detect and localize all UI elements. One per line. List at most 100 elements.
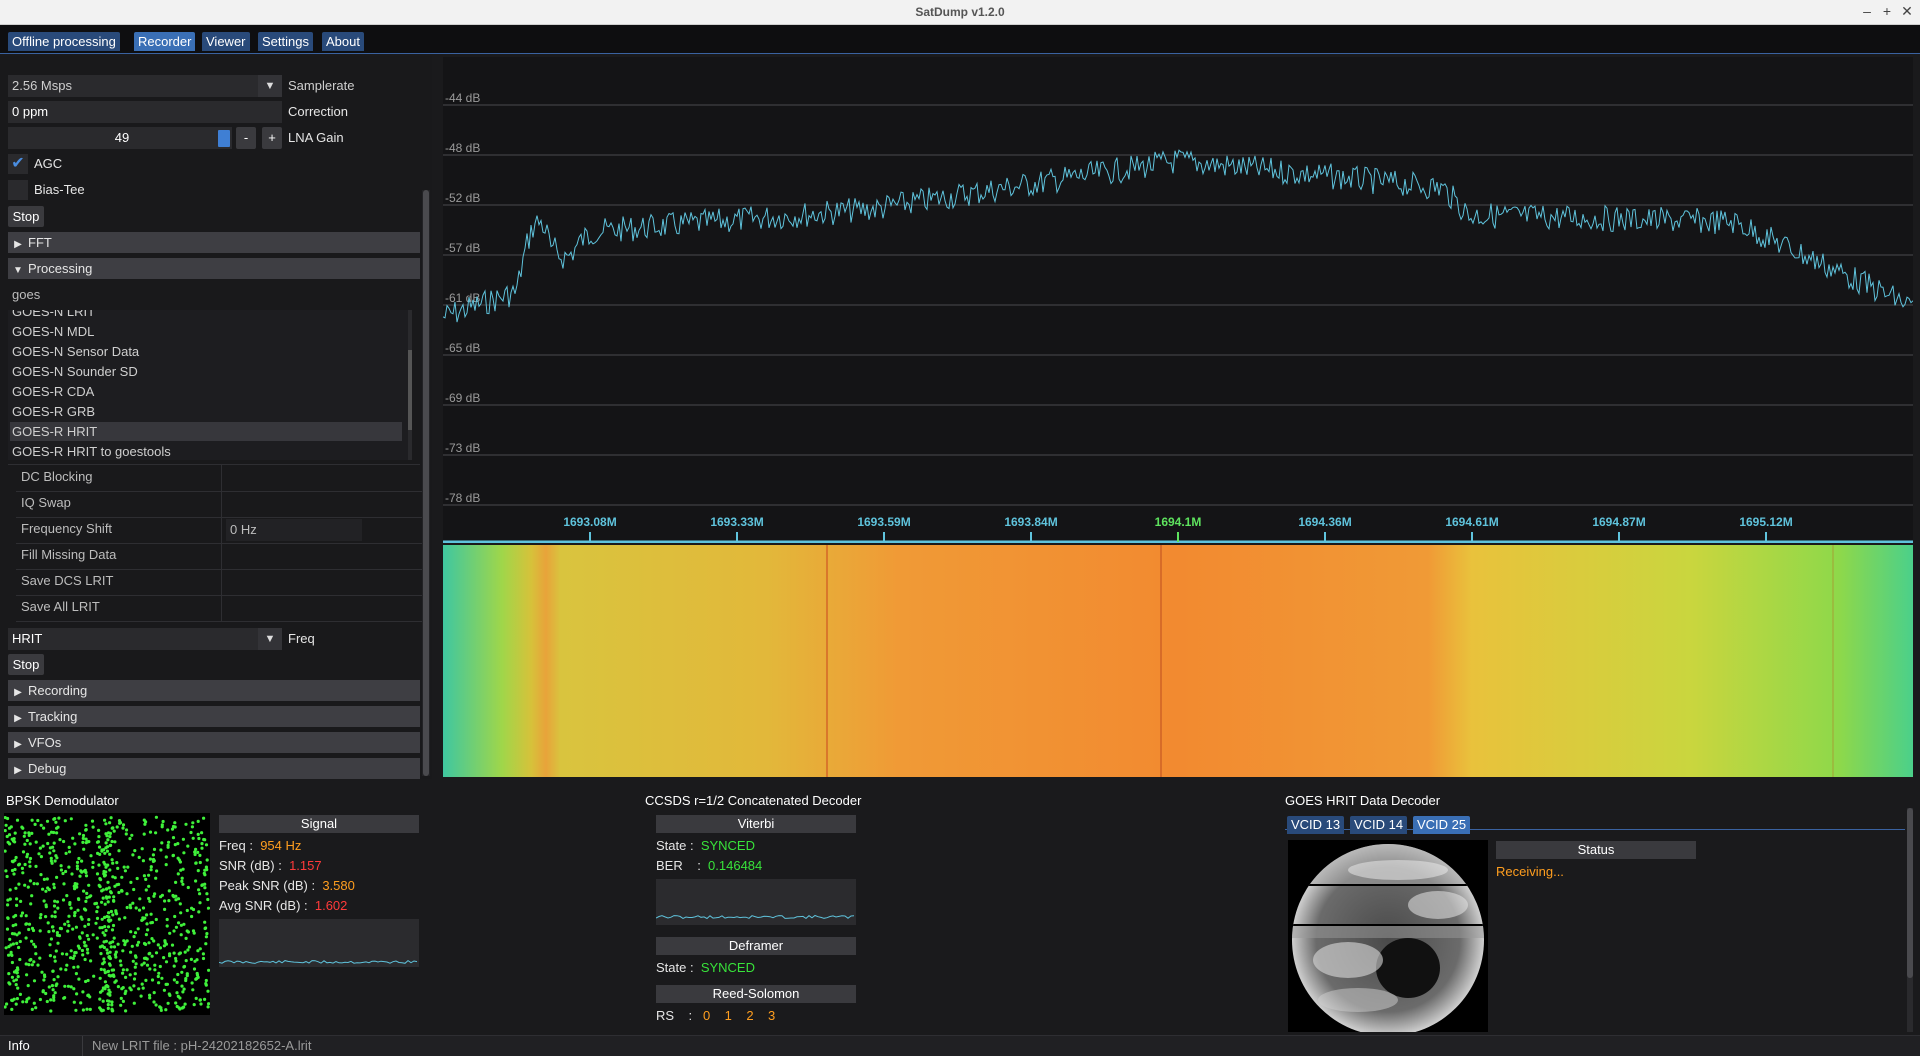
tab-recorder[interactable]: Recorder [134,32,196,51]
close-icon[interactable]: ✕ [1898,3,1916,20]
bias-tee-checkbox[interactable] [8,180,28,200]
constellation-point [142,874,146,878]
constellation-point [132,984,136,988]
list-item[interactable]: GOES-R HRIT to goestools [12,442,402,460]
tab-viewer[interactable]: Viewer [202,32,250,51]
constellation-point [111,875,115,879]
tab-vcid-14[interactable]: VCID 14 [1350,816,1408,834]
processing-section-header[interactable]: ▼ Processing [8,258,420,279]
tab-offline-processing[interactable]: Offline processing [8,32,120,51]
constellation-point [53,859,57,863]
constellation-point [175,980,179,984]
constellation-point [204,942,208,946]
constellation-point [130,833,134,837]
tracking-section-header[interactable]: ▶ Tracking [8,706,420,727]
constellation-point [135,943,139,947]
constellation-point [86,951,90,955]
constellation-point [98,997,102,1001]
constellation-point [109,918,113,922]
tab-vcid-13[interactable]: VCID 13 [1287,816,1345,834]
bottom-panel-scrollbar[interactable] [1907,808,1913,1032]
constellation-point [101,986,105,990]
constellation-point [102,872,106,876]
debug-section-header[interactable]: ▶ Debug [8,758,420,779]
source-stop-button[interactable]: Stop [8,206,44,227]
vfos-section-header[interactable]: ▶ VFOs [8,732,420,753]
list-item[interactable]: GOES-N MDL [12,322,402,341]
fft-section-header[interactable]: ▶ FFT [8,232,420,253]
constellation-point [197,836,201,841]
constellation-point [174,925,178,929]
mode-select[interactable]: HRIT ▼ [8,628,282,650]
list-scrollbar[interactable] [408,310,412,460]
constellation-point [106,838,110,842]
constellation-point [171,836,176,840]
recording-section-header[interactable]: ▶ Recording [8,680,420,701]
correction-label: Correction [288,104,348,119]
list-item[interactable]: GOES-N Sensor Data [12,342,402,361]
list-item[interactable]: GOES-N LRIT [12,310,402,321]
frequency-tick-label: 1694.36M [1298,515,1351,529]
tab-settings[interactable]: Settings [258,32,313,51]
constellation-point [165,917,169,922]
panel-scrollbar[interactable] [422,190,430,776]
list-item[interactable]: GOES-N Sounder SD [12,362,402,381]
frequency-tick-label: 1693.84M [1004,515,1057,529]
constellation-point [107,962,112,966]
list-item[interactable]: GOES-R CDA [12,382,402,401]
constellation-point [16,975,20,979]
list-item[interactable]: GOES-R GRB [12,402,402,421]
constellation-point [148,857,152,861]
constellation-point [56,975,60,979]
pipeline-search-input[interactable]: goes [8,284,420,306]
constellation-point [55,931,60,935]
lna-increase-button[interactable]: + [262,127,282,149]
agc-checkbox[interactable]: ✔ [8,154,28,174]
maximize-icon[interactable]: + [1878,3,1896,19]
constellation-point [21,871,25,875]
constellation-point [129,930,133,934]
processing-stop-button[interactable]: Stop [8,654,44,675]
constellation-point [108,993,112,997]
constellation-point [123,869,127,873]
ber-row: BER : 0.146484 [656,857,762,875]
pipeline-list[interactable]: GOES-N LRIT GOES-N MDL GOES-N Sensor Dat… [8,310,412,460]
constellation-point [48,954,53,958]
constellation-point [83,924,87,928]
tab-vcid-25[interactable]: VCID 25 [1413,816,1471,834]
constellation-point [157,981,161,985]
constellation-point [118,959,122,963]
spectrum-svg: -44 dB -48 dB -52 dB -57 dB -61 dB -65 dB -69 … [443,91,1913,543]
constellation-point [62,882,66,886]
peak-snr-label: Peak SNR (dB) : [219,878,316,893]
list-item-selected[interactable]: GOES-R HRIT [10,422,402,441]
samplerate-select[interactable]: 2.56 Msps ▼ [8,75,282,97]
constellation-point [191,929,196,933]
constellation-point [52,904,57,908]
lna-decrease-button[interactable]: - [236,127,256,149]
lna-gain-slider[interactable]: 49 [8,127,232,149]
constellation-point [184,959,188,963]
tab-about[interactable]: About [322,32,364,51]
constellation-point [204,843,209,847]
constellation-point [97,863,101,867]
constellation-point [103,933,107,937]
constellation-point [114,955,118,959]
constellation-point [116,985,120,989]
correction-input[interactable]: 0 ppm [8,101,282,123]
constellation-point [173,821,177,825]
constellation-point [186,948,190,952]
constellation-point [66,920,70,924]
minimize-icon[interactable]: – [1858,3,1876,19]
frequency-shift-input[interactable]: 0 Hz [226,519,362,541]
slider-handle[interactable] [218,130,230,147]
constellation-point [14,978,18,982]
constellation-point [73,914,77,918]
constellation-point [99,878,103,882]
waterfall-display[interactable] [443,545,1913,777]
constellation-point [57,934,62,938]
constellation-point [164,1008,168,1012]
constellation-point [74,925,78,929]
correction-value: 0 ppm [12,104,49,119]
fft-spectrum-plot[interactable]: -44 dB -48 dB -52 dB -57 dB -61 dB -65 dB -69 … [443,57,1913,543]
